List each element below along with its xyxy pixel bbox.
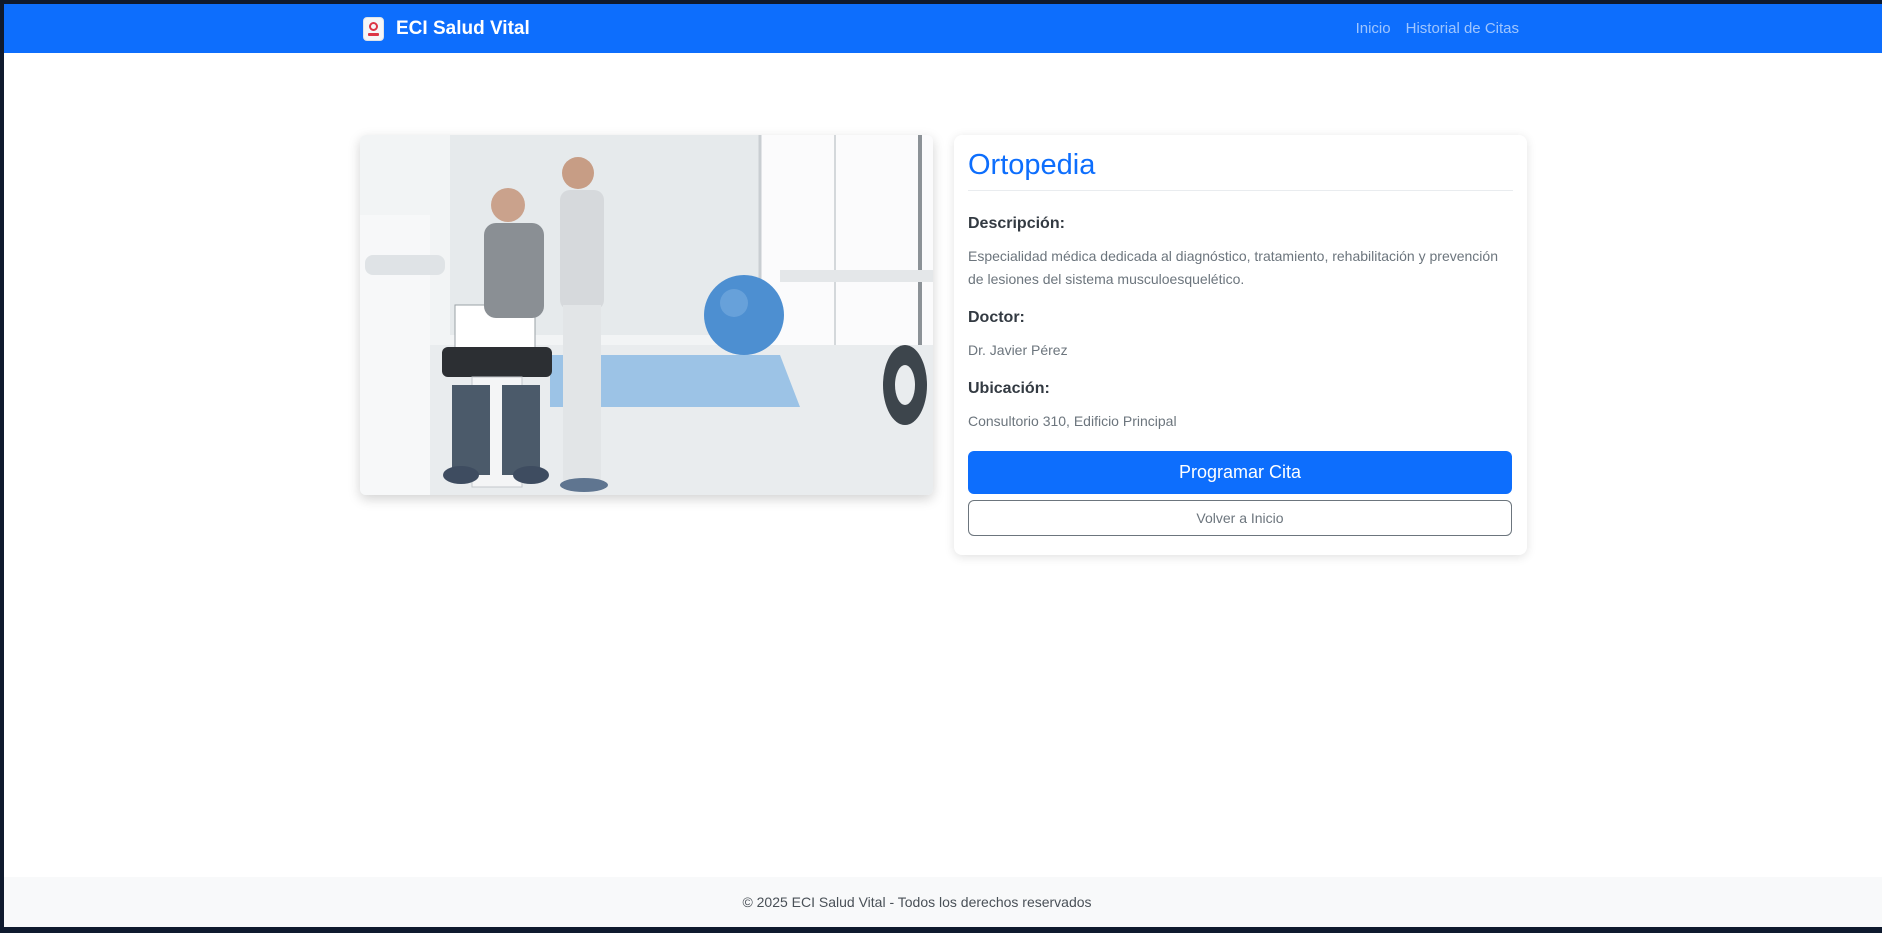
clipboard-medical-icon <box>363 17 384 41</box>
navbar: ECI Salud Vital Inicio Historial de Cita… <box>4 4 1882 53</box>
footer: © 2025 ECI Salud Vital - Todos los derec… <box>4 877 1882 927</box>
brand-link[interactable]: ECI Salud Vital <box>363 17 530 41</box>
specialty-title: Ortopedia <box>968 149 1513 191</box>
description-label: Descripción: <box>968 215 1065 232</box>
description-text: Especialidad médica dedicada al diagnóst… <box>968 248 1498 287</box>
doctor-name: Dr. Javier Pérez <box>968 342 1068 358</box>
schedule-appointment-button[interactable]: Programar Cita <box>968 451 1512 494</box>
location-text: Consultorio 310, Edificio Principal <box>968 413 1177 429</box>
footer-copyright: © 2025 ECI Salud Vital - Todos los derec… <box>742 894 1092 910</box>
specialty-detail: Ortopedia Descripción: Especialidad médi… <box>360 135 1531 555</box>
browser-viewport: ECI Salud Vital Inicio Historial de Cita… <box>4 4 1882 927</box>
location-label: Ubicación: <box>968 380 1050 397</box>
back-home-button[interactable]: Volver a Inicio <box>968 500 1512 536</box>
nav-links: Inicio Historial de Citas <box>1356 20 1519 37</box>
brand-name: ECI Salud Vital <box>396 18 530 39</box>
rehab-photo-illustration <box>360 135 933 495</box>
nav-link-inicio[interactable]: Inicio <box>1356 20 1391 37</box>
specialty-card: Ortopedia Descripción: Especialidad médi… <box>954 135 1527 555</box>
doctor-label: Doctor: <box>968 309 1025 326</box>
specialty-image <box>360 135 933 495</box>
nav-link-historial[interactable]: Historial de Citas <box>1406 20 1519 37</box>
